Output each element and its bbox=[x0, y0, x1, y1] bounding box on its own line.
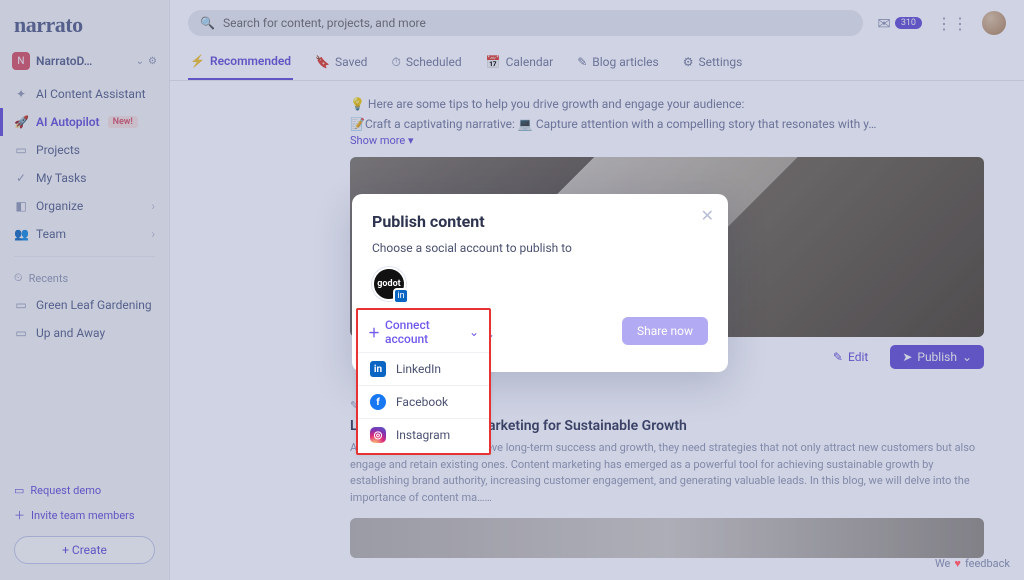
feedback-link[interactable]: We ♥ feedback bbox=[935, 557, 1010, 570]
linkedin-icon: in bbox=[370, 361, 386, 377]
modal-subtitle: Choose a social account to publish to bbox=[372, 241, 708, 255]
connect-account-dropdown-open[interactable]: ＋ Connect account ⌄ bbox=[368, 318, 479, 346]
connect-instagram[interactable]: ◎Instagram bbox=[358, 418, 489, 451]
close-icon[interactable]: ✕ bbox=[701, 206, 714, 225]
chevron-down-icon: ⌄ bbox=[469, 325, 479, 339]
connect-account-popover: ＋ Connect account ⌄ inLinkedIn fFacebook… bbox=[356, 308, 491, 455]
plus-icon: ＋ bbox=[368, 324, 380, 341]
share-now-button[interactable]: Share now bbox=[622, 317, 708, 345]
heart-icon: ♥ bbox=[954, 557, 961, 570]
modal-title: Publish content bbox=[372, 212, 708, 231]
instagram-icon: ◎ bbox=[370, 427, 386, 443]
linkedin-badge-icon: in bbox=[393, 288, 409, 304]
connect-linkedin[interactable]: inLinkedIn bbox=[358, 352, 489, 385]
connect-facebook[interactable]: fFacebook bbox=[358, 385, 489, 418]
social-account[interactable]: godot in bbox=[372, 267, 406, 301]
facebook-icon: f bbox=[370, 394, 386, 410]
